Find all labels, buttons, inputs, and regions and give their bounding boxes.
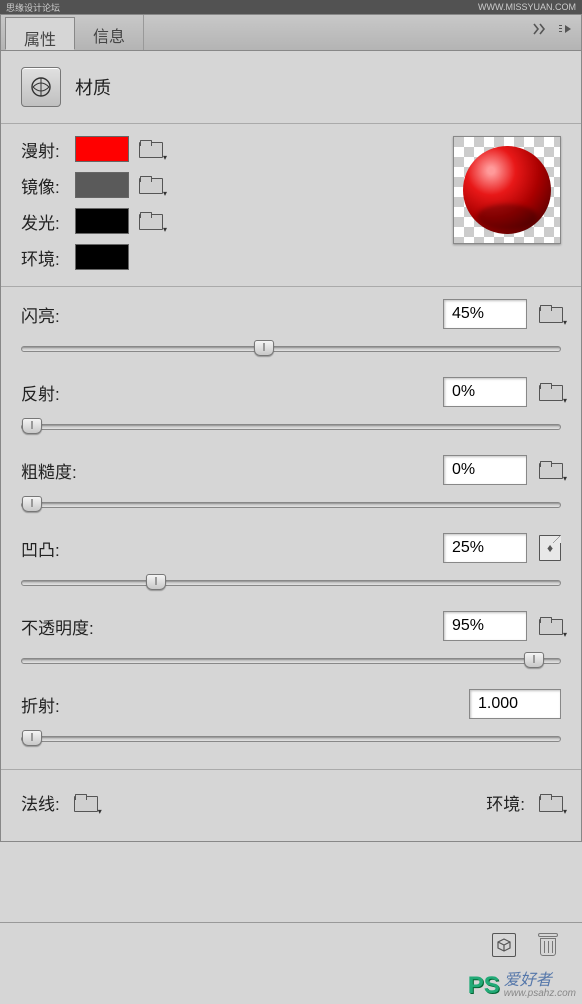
properties-panel: 属性 信息 材质 漫射: ▾ <box>0 14 582 842</box>
glow-folder-icon[interactable]: ▾ <box>139 212 161 230</box>
collapse-icon[interactable] <box>533 23 551 35</box>
ambient-label: 环境: <box>21 245 65 270</box>
bump-input[interactable] <box>443 533 527 563</box>
opacity-folder-icon[interactable]: ▾ <box>539 617 561 635</box>
top-watermark: 思缘设计论坛 WWW.MISSYUAN.COM <box>0 0 582 14</box>
opacity-label: 不透明度: <box>21 614 94 639</box>
reflection-slider-block: 反射: ▾ <box>21 377 561 435</box>
shine-slider-block: 闪亮: ▾ <box>21 299 561 357</box>
tab-properties[interactable]: 属性 <box>5 17 75 50</box>
specular-label: 镜像: <box>21 173 65 198</box>
roughness-slider[interactable] <box>21 495 561 513</box>
refraction-slider[interactable] <box>21 729 561 747</box>
shine-folder-icon[interactable]: ▾ <box>539 305 561 323</box>
watermark-brand: PS <box>468 972 500 1000</box>
topbar-left: 思缘设计论坛 <box>6 1 60 14</box>
specular-folder-icon[interactable]: ▾ <box>139 176 161 194</box>
topbar-right: WWW.MISSYUAN.COM <box>478 2 576 12</box>
specular-swatch[interactable] <box>75 172 129 198</box>
bump-label: 凹凸: <box>21 536 60 561</box>
normal-env-row: 法线: ▾ 环境: ▾ <box>1 769 581 841</box>
tab-info[interactable]: 信息 <box>75 15 144 50</box>
roughness-input[interactable] <box>443 455 527 485</box>
roughness-label: 粗糙度: <box>21 458 77 483</box>
watermark-text: 爱好者 <box>504 973 576 989</box>
normal-label: 法线: <box>21 790 60 815</box>
panel-menu-icon[interactable] <box>559 23 575 35</box>
opacity-slider[interactable] <box>21 651 561 669</box>
material-icon-button[interactable] <box>21 67 61 107</box>
specular-row: 镜像: ▾ <box>21 172 161 198</box>
refraction-slider-block: 折射: <box>21 689 561 747</box>
preview-sphere <box>463 146 551 234</box>
ambient-row: 环境: <box>21 244 161 270</box>
ambient-swatch[interactable] <box>75 244 129 270</box>
glow-row: 发光: ▾ <box>21 208 161 234</box>
shine-slider[interactable] <box>21 339 561 357</box>
new-material-icon[interactable] <box>492 933 516 957</box>
refraction-label: 折射: <box>21 692 60 717</box>
diffuse-row: 漫射: ▾ <box>21 136 161 162</box>
reflection-slider[interactable] <box>21 417 561 435</box>
diffuse-label: 漫射: <box>21 137 65 162</box>
shine-label: 闪亮: <box>21 302 60 327</box>
roughness-folder-icon[interactable]: ▾ <box>539 461 561 479</box>
watermark-url: www.psahz.com <box>504 989 576 999</box>
bump-slider[interactable] <box>21 573 561 591</box>
material-preview <box>453 136 561 244</box>
glow-label: 发光: <box>21 209 65 234</box>
color-section: 漫射: ▾ 镜像: ▾ 发光: ▾ 环境: <box>1 123 581 286</box>
opacity-slider-block: 不透明度: ▾ <box>21 611 561 669</box>
watermark: PS 爱好者 www.psahz.com <box>468 972 576 1000</box>
bump-texture-icon[interactable]: ♦ <box>539 535 561 561</box>
panel-title: 材质 <box>75 74 111 100</box>
reflection-label: 反射: <box>21 380 60 405</box>
environment-label: 环境: <box>486 790 525 815</box>
panel-bottom-bar <box>0 922 582 966</box>
diffuse-swatch[interactable] <box>75 136 129 162</box>
panel-header: 材质 <box>1 51 581 123</box>
diffuse-folder-icon[interactable]: ▾ <box>139 140 161 158</box>
material-icon <box>29 75 53 99</box>
slider-section: 闪亮: ▾ 反射: ▾ <box>1 286 581 769</box>
tab-bar: 属性 信息 <box>1 15 581 51</box>
environment-folder-icon[interactable]: ▾ <box>539 794 561 812</box>
refraction-input[interactable] <box>469 689 561 719</box>
roughness-slider-block: 粗糙度: ▾ <box>21 455 561 513</box>
normal-folder-icon[interactable]: ▾ <box>74 794 96 812</box>
reflection-input[interactable] <box>443 377 527 407</box>
bump-slider-block: 凹凸: ♦ <box>21 533 561 591</box>
trash-icon[interactable] <box>538 933 558 957</box>
shine-input[interactable] <box>443 299 527 329</box>
glow-swatch[interactable] <box>75 208 129 234</box>
reflection-folder-icon[interactable]: ▾ <box>539 383 561 401</box>
opacity-input[interactable] <box>443 611 527 641</box>
